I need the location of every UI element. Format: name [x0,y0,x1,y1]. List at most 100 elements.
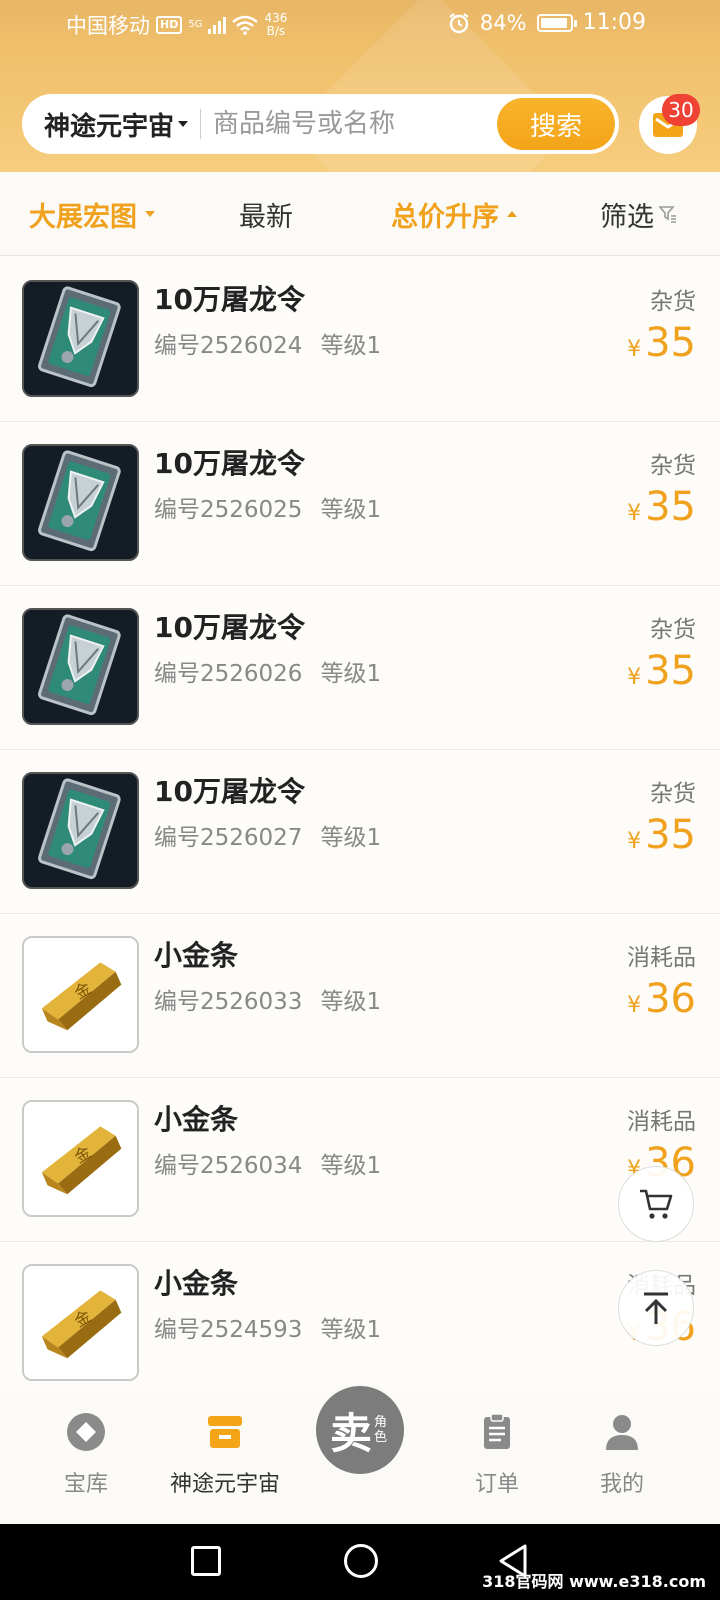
price-value: 35 [645,484,696,530]
currency-symbol: ¥ [627,829,642,854]
product-level: 等级1 [320,989,382,1015]
speed-unit: B/s [266,24,286,38]
token-card-image [24,774,137,887]
watermark: 318官码网 www.e318.com [482,1572,706,1591]
product-id: 编号2526027 [154,825,303,851]
sell-label: 卖 [329,1408,372,1458]
product-meta: 编号2526033 等级1 [154,982,381,1016]
product-meta: 编号2524593 等级1 [154,1310,381,1344]
recent-apps-button[interactable] [191,1546,221,1576]
search-bar: 神途元宇宙 搜索 [22,94,619,154]
product-meta: 编号2526034 等级1 [154,1146,381,1180]
product-level: 等级1 [320,333,382,359]
product-id: 编号2526026 [154,661,303,687]
filter-bar: 大展宏图 最新 总价升序 筛选 [0,172,720,256]
product-row-2[interactable]: 10万屠龙令 编号2526025 等级1 杂货 ¥35 [0,422,720,586]
product-row-3[interactable]: 10万屠龙令 编号2526026 等级1 杂货 ¥35 [0,586,720,750]
product-category: 杂货 [650,617,696,643]
screen-filter[interactable]: 筛选 [600,172,678,256]
chevron-down-icon [178,121,189,127]
carrier-label: 中国移动 [66,14,150,38]
product-name: 10万屠龙令 [154,611,305,644]
product-price: ¥35 [627,648,696,694]
product-category: 杂货 [650,289,696,315]
product-id: 编号2524593 [154,1317,303,1343]
price-value: 35 [645,812,696,858]
game-selector-label: 神途元宇宙 [44,111,175,142]
cart-button[interactable] [618,1166,694,1242]
product-id: 编号2526034 [154,1153,303,1179]
product-thumbnail [22,280,139,397]
product-row-1[interactable]: 10万屠龙令 编号2526024 等级1 杂货 ¥35 [0,258,720,422]
currency-symbol: ¥ [627,993,642,1018]
product-price: ¥35 [627,484,696,530]
nav-me[interactable]: 我的 [562,1412,682,1498]
product-name: 10万屠龙令 [154,447,305,480]
product-name: 小金条 [154,1267,239,1300]
product-row-5[interactable]: 金 小金条 编号2526033 等级1 消耗品 ¥36 [0,914,720,1078]
bottom-nav: 宝库 神途元宇宙 卖 角色 订单 我的 [0,1382,720,1524]
user-icon [606,1415,638,1450]
hd-icon: HD [156,16,183,34]
search-input[interactable] [213,109,474,139]
latest-filter[interactable]: 最新 [239,172,293,256]
product-level: 等级1 [320,661,382,687]
latest-filter-label: 最新 [239,201,293,233]
product-price: ¥35 [627,812,696,858]
currency-symbol: ¥ [627,337,642,362]
product-thumbnail: 金 [22,1264,139,1381]
product-thumbnail [22,444,139,561]
token-card-image [24,610,137,723]
sell-button[interactable]: 卖 角色 [312,1382,408,1478]
currency-symbol: ¥ [627,501,642,526]
message-count-badge: 30 [662,94,700,126]
product-name: 小金条 [154,939,239,972]
wifi-icon [232,15,259,35]
product-thumbnail [22,608,139,725]
product-level: 等级1 [320,1153,382,1179]
search-button[interactable]: 搜索 [497,98,615,150]
search-divider [200,109,202,139]
game-selector[interactable]: 神途元宇宙 [44,106,189,143]
caret-up-icon [507,211,517,217]
store-icon [208,1416,242,1448]
price-value: 36 [645,976,696,1022]
gold-bar-image: 金 [24,1266,137,1379]
product-level: 等级1 [320,1317,382,1343]
battery-icon [536,13,577,32]
status-bar: 中国移动 HD 5G 436 B/s 84% 11:09 [0,0,720,48]
product-price: ¥36 [627,976,696,1022]
product-category: 杂货 [650,453,696,479]
product-level: 等级1 [320,825,382,851]
nav-game[interactable]: 神途元宇宙 [162,1412,288,1498]
product-row-4[interactable]: 10万屠龙令 编号2526027 等级1 杂货 ¥35 [0,750,720,914]
nav-vault-label: 宝库 [63,1472,108,1497]
product-row-6[interactable]: 金 小金条 编号2526034 等级1 消耗品 ¥36 [0,1078,720,1242]
home-button[interactable] [344,1544,378,1578]
cart-icon [640,1189,673,1219]
product-id: 编号2526033 [154,989,303,1015]
nav-vault[interactable]: 宝库 [26,1412,146,1498]
status-right: 84% 11:09 [448,10,646,35]
alarm-icon [449,12,469,33]
system-nav-bar: 318官码网 www.e318.com [0,1524,720,1600]
back-to-top-button[interactable] [618,1270,694,1346]
product-category: 杂货 [650,781,696,807]
status-left: 中国移动 HD 5G 436 B/s [66,10,287,40]
product-meta: 编号2526024 等级1 [154,326,381,360]
nav-orders[interactable]: 订单 [437,1412,557,1498]
product-list: 10万屠龙令 编号2526024 等级1 杂货 ¥35 10万屠龙令 编号2526… [0,258,720,1406]
network-type: 5G [188,19,203,30]
product-name: 小金条 [154,1103,239,1136]
nav-orders-label: 订单 [474,1472,519,1497]
product-level: 等级1 [320,497,382,523]
category-filter[interactable]: 大展宏图 [29,172,155,256]
clock: 11:09 [582,10,646,35]
sort-price-filter[interactable]: 总价升序 [391,172,517,256]
product-meta: 编号2526025 等级1 [154,490,381,524]
product-id: 编号2526024 [154,333,303,359]
gold-bar-image: 金 [24,1102,137,1215]
category-filter-label: 大展宏图 [29,201,137,233]
token-card-image [24,446,137,559]
product-price: ¥35 [627,320,696,366]
